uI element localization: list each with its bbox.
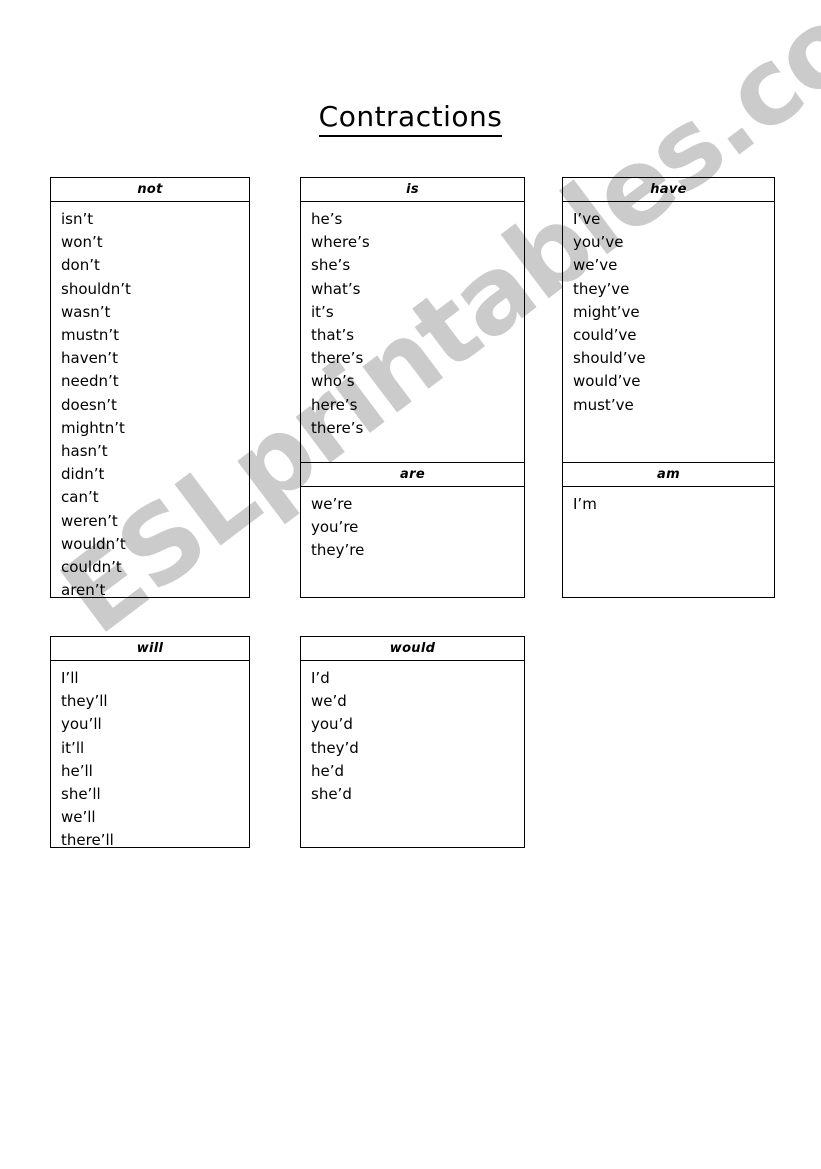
table-are-header: are (301, 463, 524, 487)
contraction-item: I’ve (573, 210, 601, 228)
table-will-header: will (51, 637, 249, 661)
contraction-item: don’t (61, 256, 100, 275)
contraction-item: shouldn’t (61, 279, 131, 298)
table-are-header-label: are (400, 467, 425, 482)
contraction-item: could’ve (573, 326, 637, 345)
table-would-header-label: would (389, 641, 436, 656)
contraction-item: they’d (311, 738, 359, 757)
contraction-item: we’d (311, 692, 347, 711)
contraction-item: doesn’t (61, 395, 117, 414)
table-will: will I’ll they’ll you’ll it’ll he’ll she’ll we… (50, 636, 250, 849)
contraction-item: it’ll (61, 738, 85, 757)
contraction-item: they’ll (61, 692, 108, 711)
table-have-body: I’ve you’ve we’ve they’ve might’ve could’ve sh… (563, 202, 774, 417)
table-would-body: I’d we’d you’d they’d he’d she’d (301, 661, 524, 806)
contraction-item: she’d (311, 785, 352, 804)
contraction-item: you’re (311, 518, 359, 537)
contraction-item: must’ve (573, 395, 634, 414)
contraction-item: there’s (311, 349, 364, 368)
contraction-item: haven’t (61, 349, 118, 368)
contraction-item: isn’t (61, 210, 94, 228)
contraction-item: you’d (311, 715, 353, 734)
table-will-header-label: will (136, 641, 164, 656)
contraction-item: won’t (61, 233, 103, 252)
table-are-body: we’re you’re they’re (301, 487, 524, 563)
contraction-item: needn’t (61, 372, 119, 391)
contraction-item: you’ll (61, 715, 102, 734)
page-title: Contractions (0, 100, 821, 138)
table-am-header-label: am (657, 467, 680, 482)
contraction-item: he’d (311, 761, 345, 780)
contraction-item: mustn’t (61, 326, 119, 345)
contraction-item: there’ll (61, 831, 114, 850)
table-will-body: I’ll they’ll you’ll it’ll he’ll she’ll we’ll th… (51, 661, 249, 853)
table-would: would I’d we’d you’d they’d he’d she’d (300, 636, 525, 848)
contraction-item: you’ve (573, 233, 624, 252)
contraction-item: who’s (311, 372, 355, 391)
contraction-item: she’ll (61, 785, 101, 804)
contraction-item: aren’t (61, 581, 106, 600)
table-not-header-label: not (137, 182, 163, 197)
table-are: are we’re you’re they’re (300, 462, 525, 598)
table-is-header-label: is (406, 182, 419, 197)
contraction-item: we’ll (61, 808, 96, 827)
table-have-header-label: have (650, 182, 687, 197)
table-is: is he’s where’s she’s what’s it’s that’s there… (300, 177, 525, 462)
contraction-item: couldn’t (61, 558, 122, 577)
table-have: have I’ve you’ve we’ve they’ve might’ve could… (562, 177, 775, 462)
contraction-item: they’ve (573, 279, 630, 298)
table-am-body: I’m (563, 487, 774, 516)
contraction-item: wasn’t (61, 302, 111, 321)
contraction-item: wouldn’t (61, 534, 126, 553)
contraction-item: we’re (311, 495, 353, 513)
contraction-item: he’s (311, 210, 343, 228)
contraction-item: he’ll (61, 761, 93, 780)
contraction-item: I’d (311, 669, 330, 687)
contraction-item: what’s (311, 279, 361, 298)
contraction-item: that’s (311, 326, 355, 345)
contraction-item: we’ve (573, 256, 618, 275)
table-not-body: isn’t won’t don’t shouldn’t wasn’t mustn’t hav… (51, 202, 249, 602)
contraction-item: might’ve (573, 302, 640, 321)
contraction-item: they’re (311, 541, 365, 560)
contraction-item: would’ve (573, 372, 641, 391)
contraction-item: should’ve (573, 349, 646, 368)
table-is-body: he’s where’s she’s what’s it’s that’s there’s w… (301, 202, 524, 440)
contraction-item: it’s (311, 302, 334, 321)
table-is-header: is (301, 178, 524, 202)
contraction-item: she’s (311, 256, 351, 275)
table-am: am I’m (562, 462, 775, 598)
contraction-item: there’s (311, 418, 364, 437)
table-would-header: would (301, 637, 524, 661)
table-have-header: have (563, 178, 774, 202)
contraction-item: here’s (311, 395, 358, 414)
contraction-item: can’t (61, 488, 99, 507)
page-title-text: Contractions (318, 100, 503, 138)
worksheet-page: ESLprintables.com Contractions not isn’t… (0, 0, 821, 1169)
contraction-item: hasn’t (61, 442, 108, 461)
contraction-item: I’ll (61, 669, 79, 687)
contraction-item: I’m (573, 495, 597, 513)
contraction-item: didn’t (61, 465, 105, 484)
contraction-item: weren’t (61, 511, 118, 530)
table-am-header: am (563, 463, 774, 487)
contraction-item: mightn’t (61, 418, 125, 437)
table-not: not isn’t won’t don’t shouldn’t wasn’t mustn’… (50, 177, 250, 599)
table-not-header: not (51, 178, 249, 202)
contraction-item: where’s (311, 233, 370, 252)
